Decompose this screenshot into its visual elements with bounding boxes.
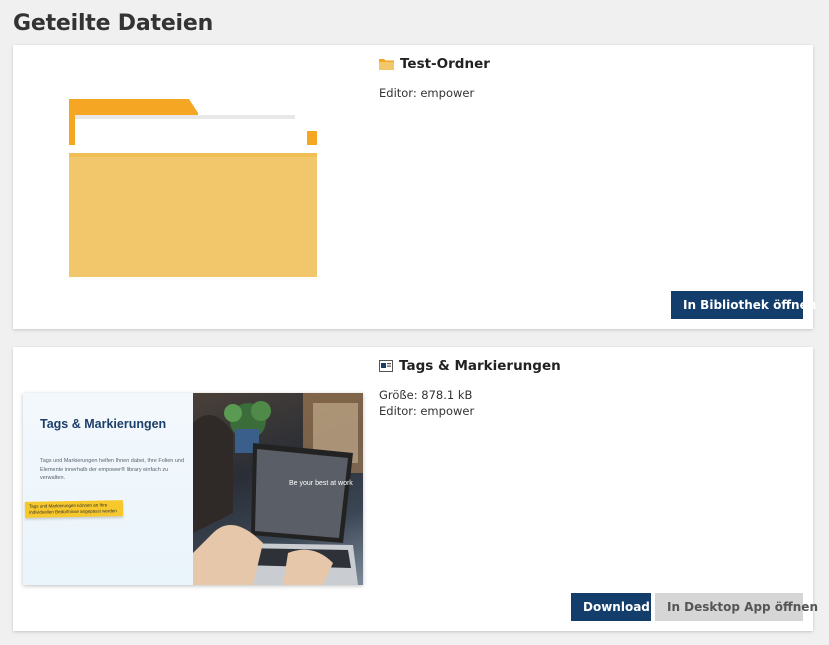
- file-info: Tags & Markierungen Größe: 878.1 kB Edit…: [379, 357, 799, 419]
- slide-text-panel: Tags & Markierungen Tags und Markierunge…: [23, 393, 193, 585]
- file-info: Test-Ordner Editor: empower: [379, 55, 799, 101]
- laptop-photo-icon: Be your best at work: [193, 393, 363, 585]
- slide-photo: Be your best at work: [193, 393, 363, 585]
- slide-thumbnail: Tags & Markierungen Tags und Markierunge…: [23, 393, 363, 585]
- file-card-folder: Test-Ordner Editor: empower In Bibliothe…: [13, 45, 816, 329]
- open-in-desktop-app-button[interactable]: In Desktop App öffnen: [655, 593, 818, 621]
- file-editor: Editor: empower: [379, 86, 475, 100]
- file-title[interactable]: Test-Ordner: [379, 55, 799, 73]
- presentation-icon: [379, 360, 393, 372]
- download-button[interactable]: Download: [571, 593, 651, 621]
- file-title[interactable]: Tags & Markierungen: [379, 357, 799, 375]
- file-title-text: Tags & Markierungen: [399, 358, 561, 374]
- laptop-screen-text: Be your best at work: [289, 480, 353, 487]
- file-card-presentation: Tags & Markierungen Tags und Markierunge…: [13, 347, 818, 631]
- page-title: Geteilte Dateien: [13, 11, 214, 36]
- slide-sticky-note: Tags und Markierungen können an Ihre ind…: [24, 500, 124, 518]
- open-in-library-button[interactable]: In Bibliothek öffnen: [671, 291, 816, 319]
- file-editor: Editor: empower: [379, 404, 475, 418]
- slide-body: Tags und Markierungen helfen Ihnen dabei…: [40, 458, 185, 481]
- slide-title: Tags & Markierungen: [40, 417, 167, 431]
- folder-icon: [379, 58, 394, 70]
- slide-preview[interactable]: Tags & Markierungen Tags und Markierunge…: [23, 393, 363, 585]
- folder-preview[interactable]: [53, 85, 343, 295]
- file-title-text: Test-Ordner: [400, 56, 490, 72]
- file-size: Größe: 878.1 kB: [379, 388, 473, 402]
- folder-illustration-icon: [69, 99, 317, 277]
